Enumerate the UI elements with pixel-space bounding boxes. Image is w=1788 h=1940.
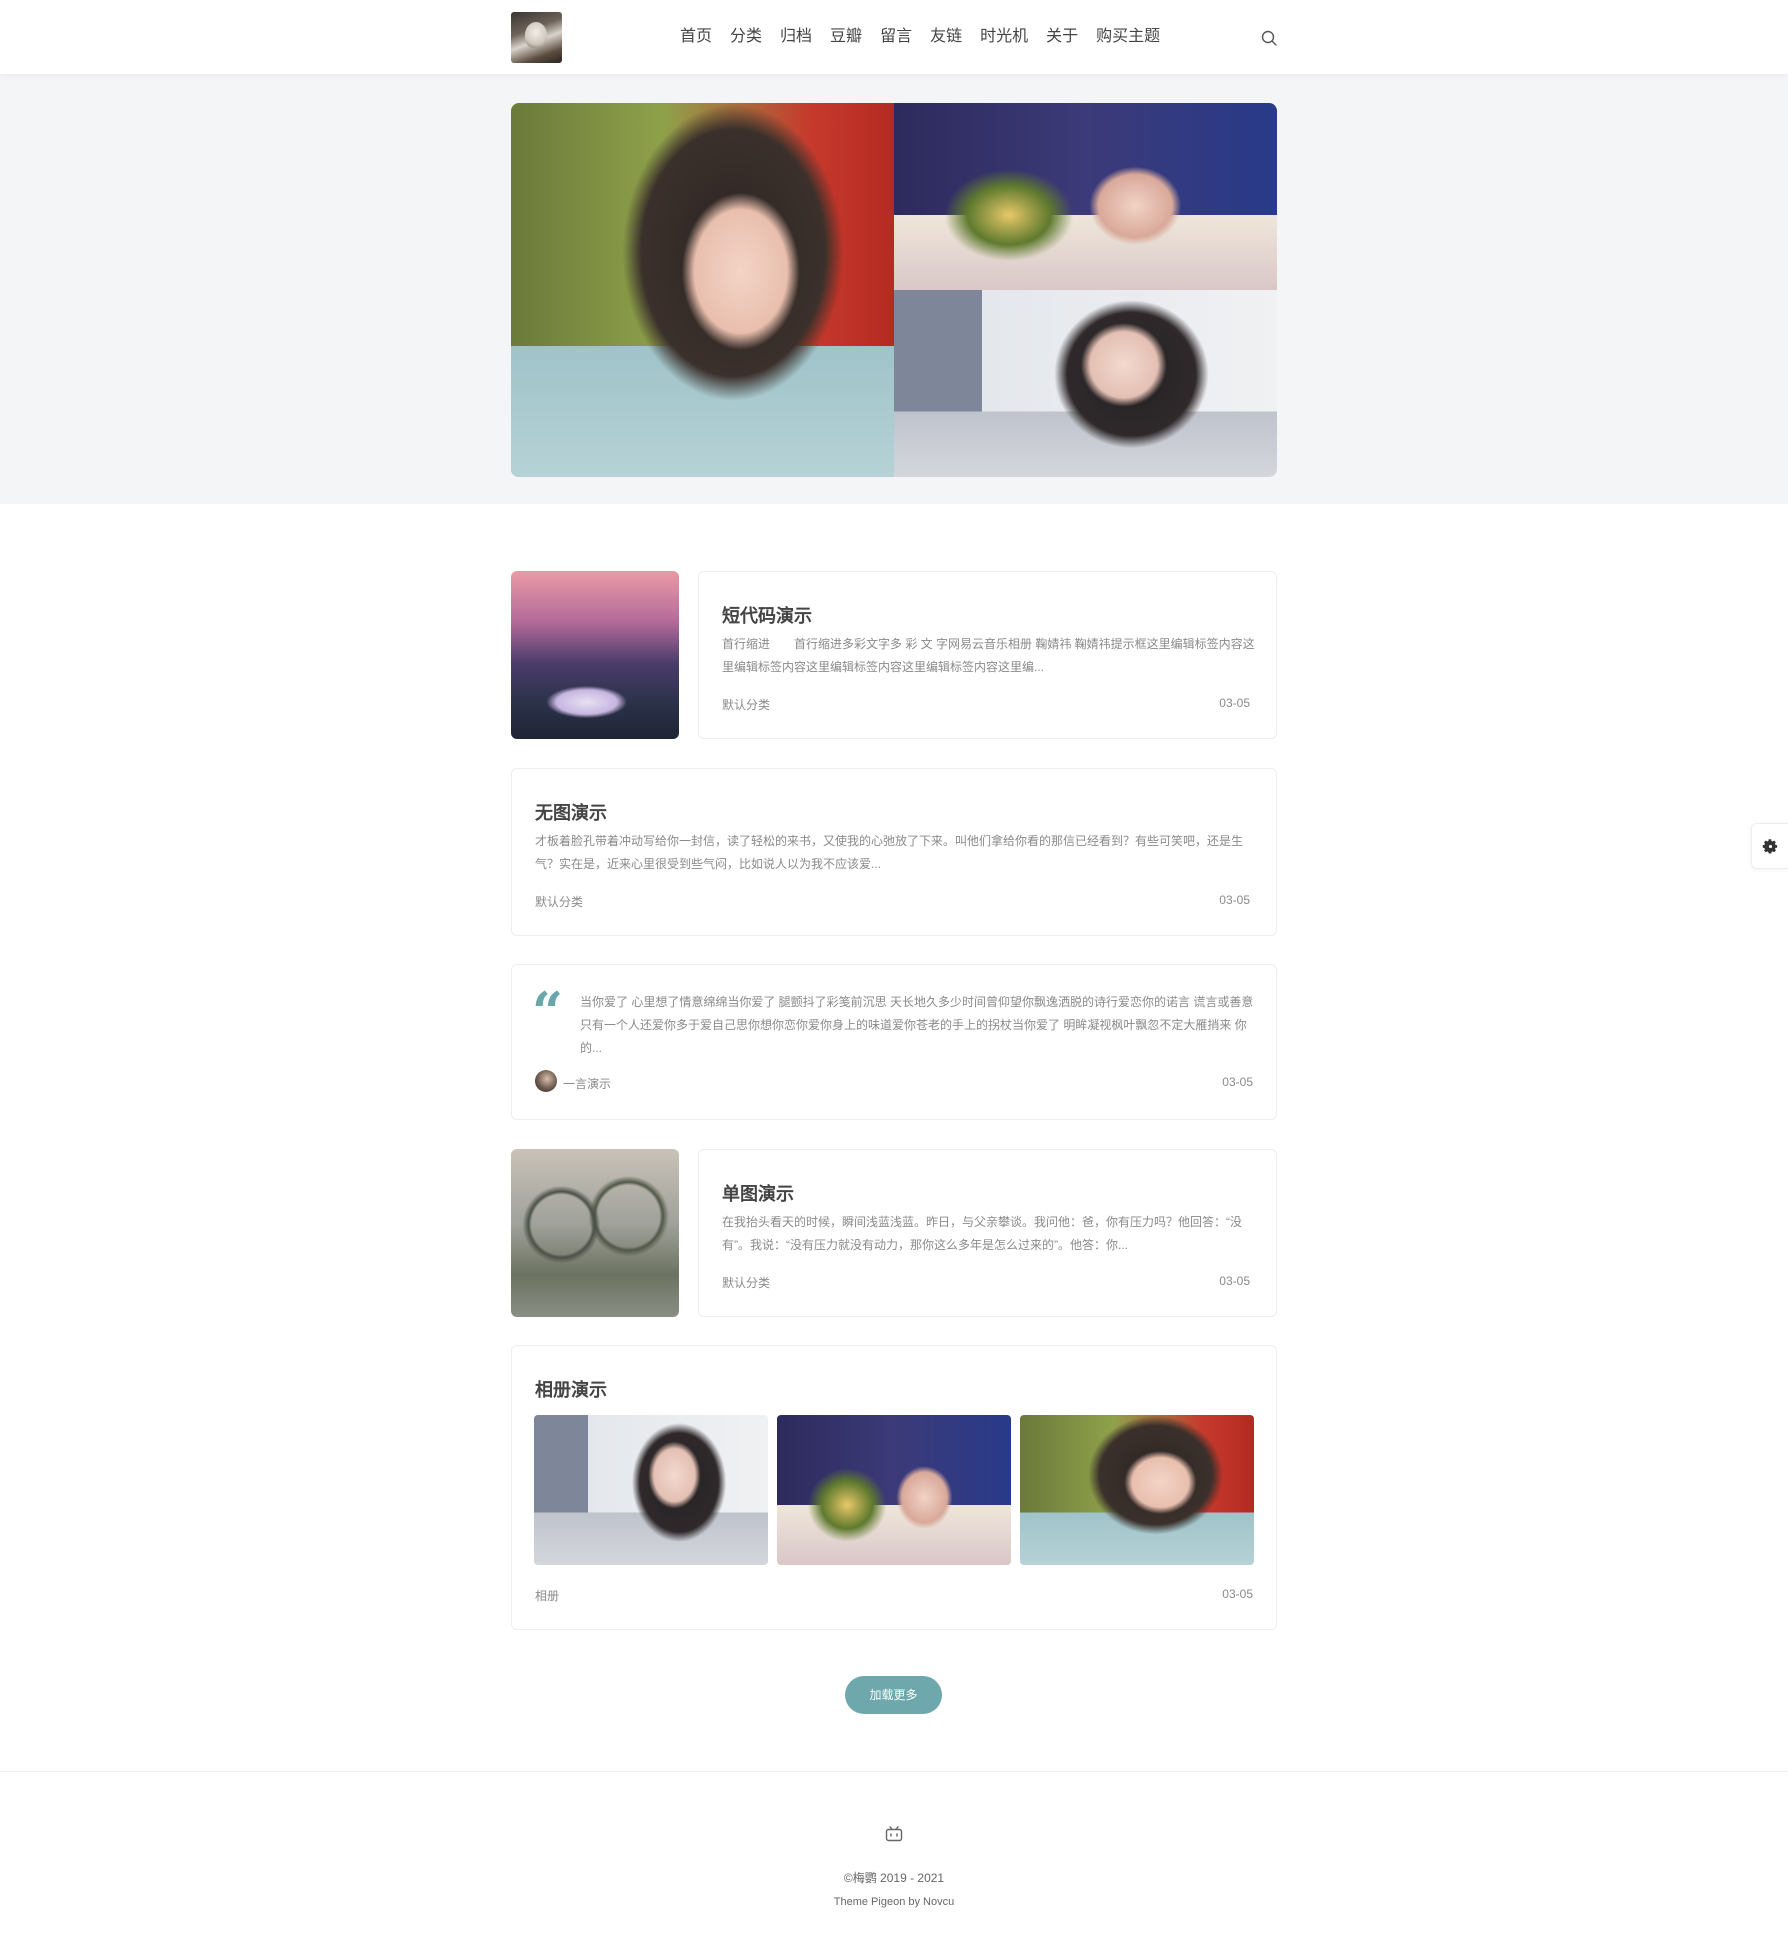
hero-image-main[interactable] [511,103,894,477]
post-title[interactable]: 短代码演示 [722,602,812,628]
post-excerpt: 才板着脸孔带着冲动写给你一封信，读了轻松的来书，又使我的心弛放了下来。叫他们拿给… [535,834,1244,871]
main-nav: 首页 分类 归档 豆瓣 留言 友链 时光机 关于 购买主题 [680,25,1178,49]
footer-theme-credit[interactable]: Theme Pigeon by Novcu [0,1896,1788,1908]
post-title[interactable]: 相册演示 [535,1376,607,1402]
bilibili-icon[interactable] [885,1826,903,1842]
post-category[interactable]: 默认分类 [722,696,770,713]
hero-image-bottom-right[interactable] [894,290,1277,477]
hero-gallery [511,103,1277,477]
load-more-button[interactable]: 加载更多 [845,1676,942,1714]
post-date: 03-05 [1222,1587,1253,1601]
post-thumbnail[interactable] [511,1149,679,1317]
nav-item-links[interactable]: 友链 [930,25,962,49]
settings-button[interactable] [1751,823,1788,869]
nav-item-guestbook[interactable]: 留言 [880,25,912,49]
site-header: 首页 分类 归档 豆瓣 留言 友链 时光机 关于 购买主题 [0,0,1788,74]
post-card[interactable]: 短代码演示 首行缩进 首行缩进多彩文字多 彩 文 字网易云音乐相册 鞠婧祎 鞠婧… [698,571,1277,739]
post-date: 03-05 [1219,893,1250,907]
footer-copyright: ©梅鹦 2019 - 2021 [843,1871,945,1885]
search-icon[interactable] [1260,29,1278,47]
post-title[interactable]: 单图演示 [722,1180,794,1206]
album-image[interactable] [534,1415,768,1565]
post-date: 03-05 [1219,1274,1250,1288]
nav-item-douban[interactable]: 豆瓣 [830,25,862,49]
post-category[interactable]: 一言演示 [563,1075,611,1092]
post-category[interactable]: 相册 [535,1587,559,1604]
nav-item-home[interactable]: 首页 [680,25,712,49]
post-excerpt: 在我抬头看天的时候，瞬间浅蓝浅蓝。昨日，与父亲攀谈。我问他：爸，你有压力吗？他回… [722,1215,1242,1252]
post-card[interactable]: 单图演示 在我抬头看天的时候，瞬间浅蓝浅蓝。昨日，与父亲攀谈。我问他：爸，你有压… [698,1149,1277,1317]
nav-item-timemachine[interactable]: 时光机 [980,25,1028,49]
post-thumbnail[interactable] [511,571,679,739]
nav-item-about[interactable]: 关于 [1046,25,1078,49]
nav-item-buy-theme[interactable]: 购买主题 [1096,25,1160,49]
quote-card[interactable]: “ 当你爱了 心里想了情意绵绵当你爱了 腿颤抖了彩笺前沉思 天长地久多少时间曾仰… [511,964,1277,1120]
post-excerpt: 首行缩进 首行缩进多彩文字多 彩 文 字网易云音乐相册 鞠婧祎 鞠婧祎提示框这里… [722,637,1255,674]
nav-item-archive[interactable]: 归档 [780,25,812,49]
post-category[interactable]: 默认分类 [722,1274,770,1291]
post-title[interactable]: 无图演示 [535,799,607,825]
quote-text: 当你爱了 心里想了情意绵绵当你爱了 腿颤抖了彩笺前沉思 天长地久多少时间曾仰望你… [580,995,1254,1055]
site-logo[interactable] [511,12,562,63]
nav-item-categories[interactable]: 分类 [730,25,762,49]
album-image[interactable] [777,1415,1011,1565]
album-image[interactable] [1020,1415,1254,1565]
post-category[interactable]: 默认分类 [535,893,583,910]
post-card[interactable]: 无图演示 才板着脸孔带着冲动写给你一封信，读了轻松的来书，又使我的心弛放了下来。… [511,768,1277,936]
hero-image-top-right[interactable] [894,103,1277,290]
avatar [535,1070,557,1092]
post-date: 03-05 [1222,1075,1253,1089]
footer-divider [0,1771,1788,1772]
post-date: 03-05 [1219,696,1250,710]
quote-icon: “ [532,980,564,1044]
gear-icon [1762,839,1778,854]
